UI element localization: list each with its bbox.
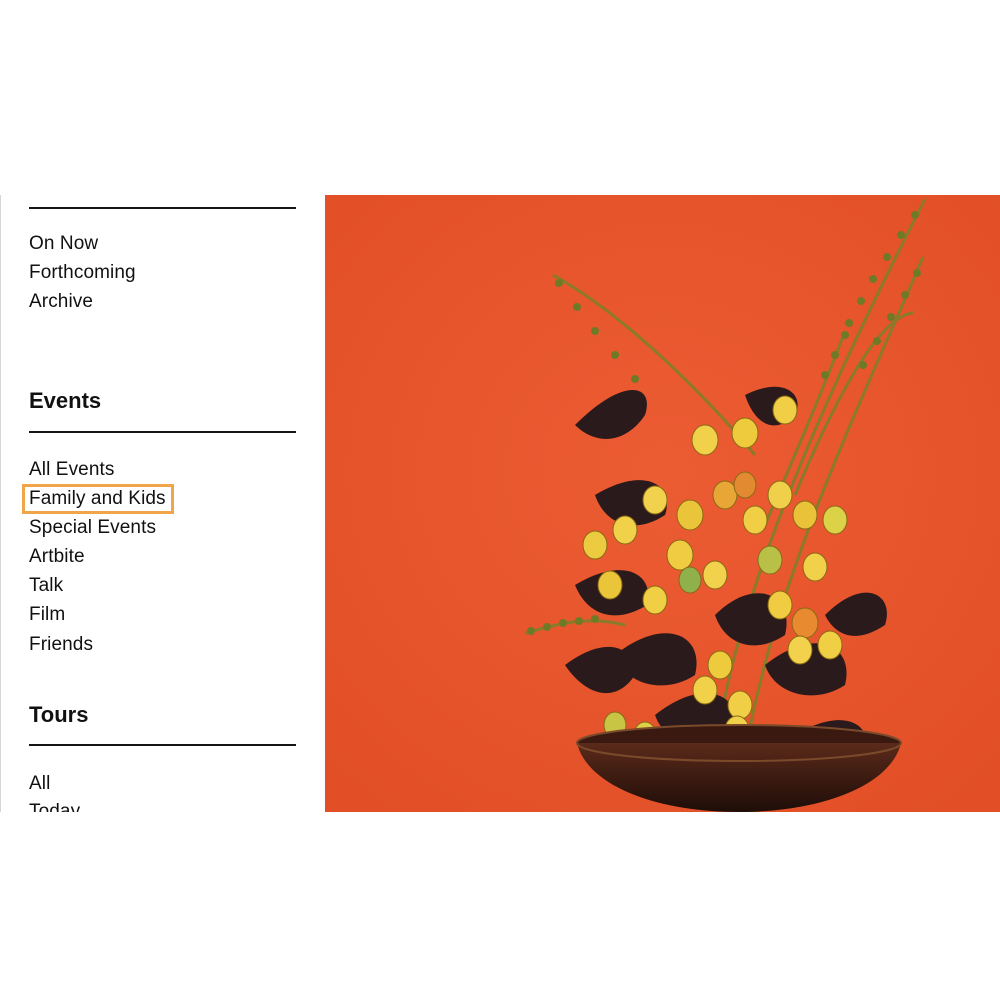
flower-arrangement-illustration: [325, 195, 1000, 812]
nav-link-film[interactable]: Film: [29, 603, 65, 627]
events-heading: Events: [29, 388, 102, 413]
nav-link-archive[interactable]: Archive: [29, 290, 93, 314]
nav-link-special-events[interactable]: Special Events: [29, 516, 156, 540]
sidebar-nav: On Now Forthcoming Archive Events All Ev…: [29, 195, 296, 812]
page-edge-divider: [0, 195, 1, 812]
nav-link-tours-all[interactable]: All: [29, 772, 50, 796]
nav-link-tours-today[interactable]: Today: [29, 800, 80, 812]
nav-link-forthcoming[interactable]: Forthcoming: [29, 261, 136, 285]
nav-link-talk[interactable]: Talk: [29, 574, 63, 598]
nav-link-friends[interactable]: Friends: [29, 633, 93, 657]
nav-link-family-and-kids[interactable]: Family and Kids: [29, 487, 166, 511]
tours-divider: [29, 744, 296, 746]
tours-heading: Tours: [29, 702, 89, 727]
top-divider: [29, 207, 296, 209]
nav-link-artbite[interactable]: Artbite: [29, 545, 85, 569]
hero-image: [325, 195, 1000, 812]
events-divider: [29, 431, 296, 433]
nav-link-on-now[interactable]: On Now: [29, 232, 98, 256]
page-viewport: On Now Forthcoming Archive Events All Ev…: [0, 195, 1000, 812]
nav-link-all-events[interactable]: All Events: [29, 458, 114, 482]
